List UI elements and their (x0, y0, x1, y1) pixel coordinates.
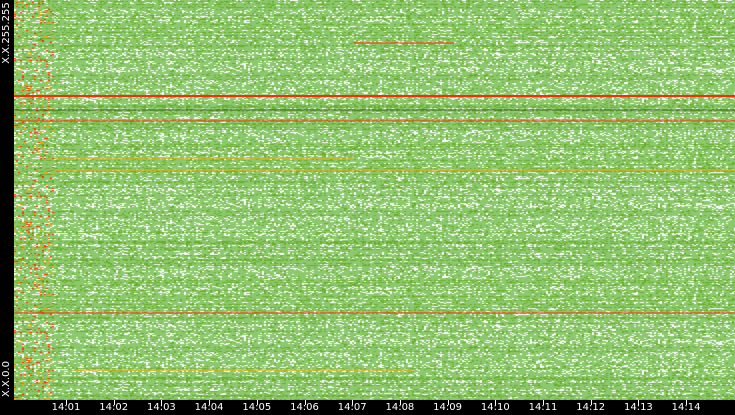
highlight-lines (14, 42, 735, 371)
x-tick-label: 14:12 (576, 402, 606, 413)
x-tick-label: 14:03 (146, 402, 176, 413)
x-tick-label: 14:07 (337, 402, 367, 413)
x-tick-label: 14:11 (528, 402, 558, 413)
x-tick-label: 14:04 (194, 402, 224, 413)
x-tick-label: 14:02 (99, 402, 129, 413)
x-tick-label: 14:01 (51, 402, 81, 413)
x-tick-label: 14:06 (290, 402, 319, 413)
heatmap-chart: X.X.255.255 X.X.0.0 14:01 14:02 14:03 14:04… (0, 0, 735, 415)
x-tick-label: 14:08 (385, 402, 415, 413)
y-tick-label-top: X.X.255.255 (1, 2, 12, 64)
x-tick-label: 14:09 (433, 402, 462, 413)
x-tick-label: 14:05 (242, 402, 272, 413)
x-tick-label: 14:14 (671, 402, 701, 413)
y-tick-label-bottom: X.X.0.0 (1, 361, 12, 397)
x-tick-label: 14:13 (623, 402, 653, 413)
x-tick-label: 14:10 (480, 402, 510, 413)
